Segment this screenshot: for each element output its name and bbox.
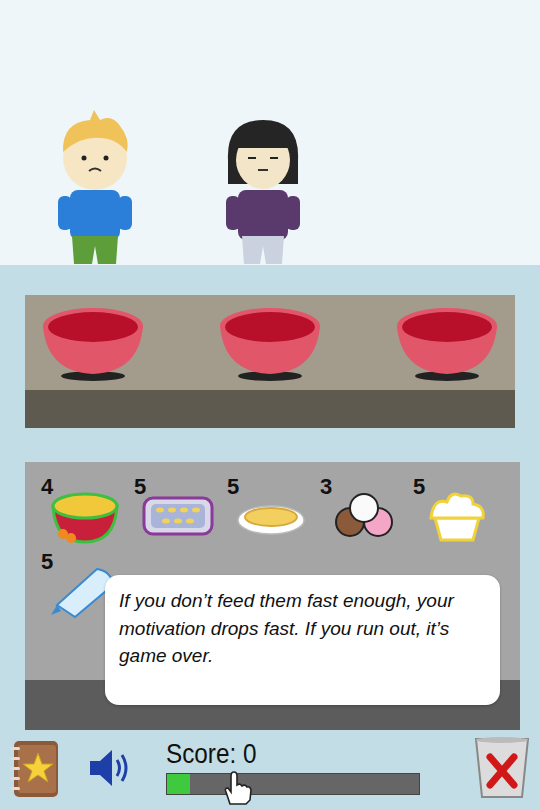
game-screen: 4 5 5 3 5 5 If you don’t feed them fast enoug… — [0, 0, 540, 810]
icecream-icon[interactable] — [328, 486, 400, 546]
score-label: Score: 0 — [166, 740, 395, 770]
pointing-hand-icon — [218, 770, 254, 806]
girl-character — [218, 108, 308, 266]
motivation-fill — [167, 774, 190, 794]
bottom-bar: Score: 0 — [0, 730, 540, 805]
trash-icon[interactable] — [472, 735, 532, 801]
sound-icon[interactable] — [86, 746, 136, 790]
pudding-icon[interactable] — [49, 486, 121, 546]
journal-star-icon[interactable] — [8, 737, 62, 799]
food-count: 5 — [41, 551, 53, 573]
food-count: 3 — [320, 476, 332, 498]
food-count: 5 — [413, 476, 425, 498]
food-count: 5 — [227, 476, 239, 498]
food-count: 5 — [134, 476, 146, 498]
character-area — [0, 0, 540, 265]
motivation-bar — [166, 773, 420, 795]
food-item[interactable]: 5 — [411, 476, 504, 551]
bowl[interactable] — [395, 304, 499, 382]
bowl[interactable] — [218, 304, 322, 382]
food-item[interactable]: 4 — [39, 476, 132, 551]
food-count: 4 — [41, 476, 53, 498]
pie-icon[interactable] — [235, 486, 307, 546]
food-item[interactable]: 5 — [132, 476, 225, 551]
food-item[interactable]: 3 — [318, 476, 411, 551]
score-panel: Score: 0 — [166, 740, 420, 796]
cake-icon[interactable] — [421, 486, 493, 546]
tray-icon[interactable] — [142, 486, 214, 546]
bowl[interactable] — [41, 304, 145, 382]
food-item[interactable]: 5 — [225, 476, 318, 551]
boy-character — [50, 108, 140, 266]
food-shelf: 4 5 5 3 5 5 If you don’t feed them fast enoug… — [25, 462, 520, 730]
tutorial-tooltip: If you don’t feed them fast enough, your… — [105, 575, 500, 705]
serving-counter — [25, 295, 515, 428]
